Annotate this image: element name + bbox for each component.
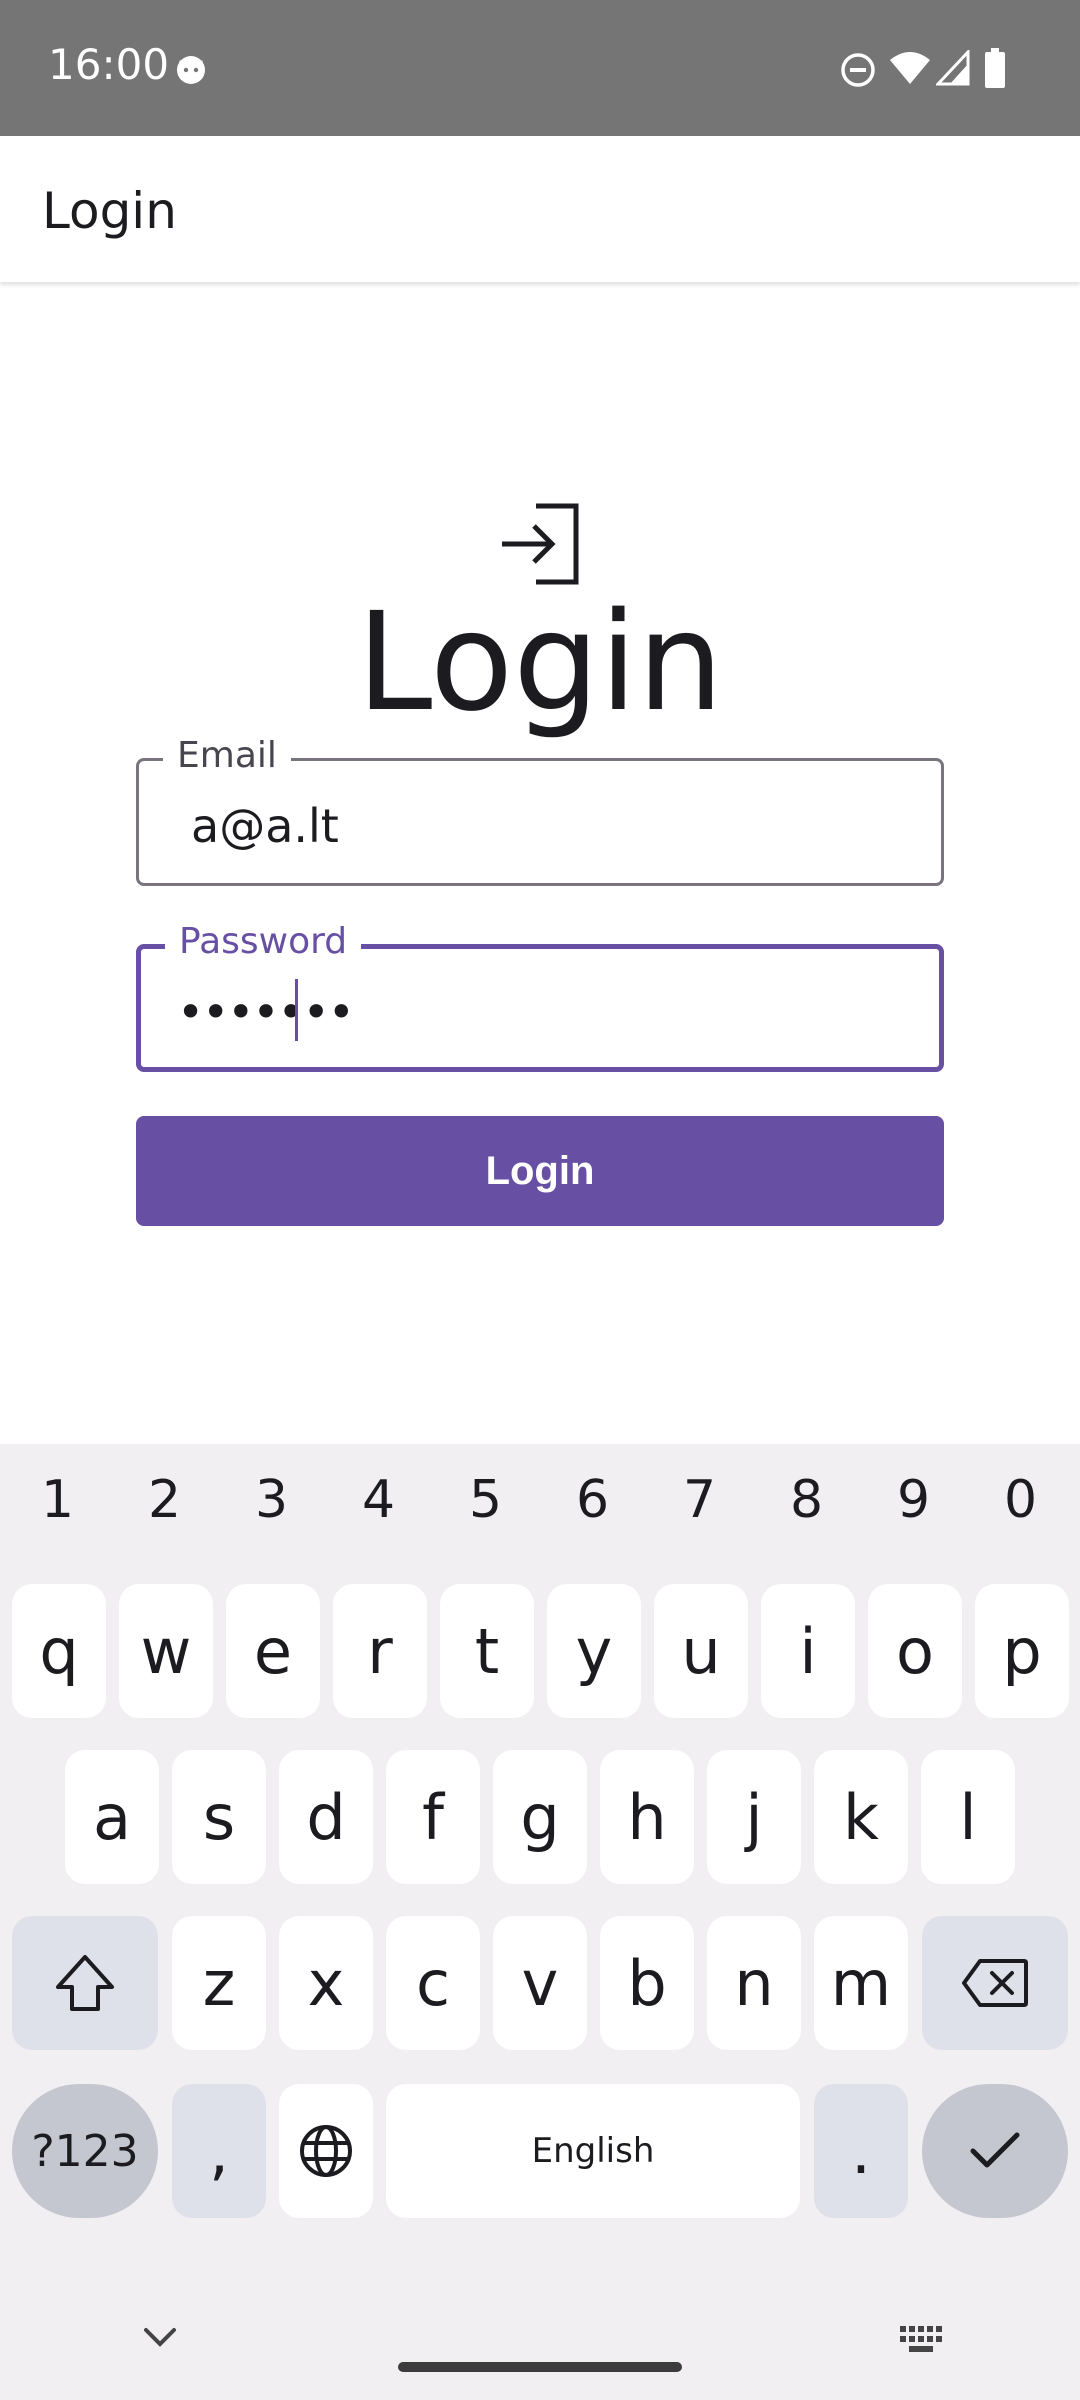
password-label: Password xyxy=(165,921,362,962)
key-3[interactable]: 3 xyxy=(218,1470,325,1530)
key-o[interactable]: o xyxy=(868,1584,962,1718)
soft-keyboard: 1 2 3 4 5 6 7 8 9 0 q w e r t y u i o p … xyxy=(0,1444,1080,2400)
email-value[interactable]: a@a.lt xyxy=(191,799,891,853)
key-p[interactable]: p xyxy=(975,1584,1069,1718)
space-bar[interactable]: English xyxy=(386,2084,800,2218)
app-bar: Login xyxy=(0,136,1080,282)
battery-icon xyxy=(985,48,1005,88)
key-q[interactable]: q xyxy=(12,1584,106,1718)
key-6[interactable]: 6 xyxy=(539,1470,646,1530)
text-caret xyxy=(295,979,298,1041)
chevron-down-icon[interactable] xyxy=(140,2316,180,2356)
key-i[interactable]: i xyxy=(761,1584,855,1718)
key-e[interactable]: e xyxy=(226,1584,320,1718)
cat-face-icon xyxy=(177,56,205,84)
key-n[interactable]: n xyxy=(707,1916,801,2050)
key-s[interactable]: s xyxy=(172,1750,266,1884)
email-field[interactable]: Email a@a.lt xyxy=(136,735,944,886)
comma-key[interactable]: , xyxy=(172,2084,266,2218)
key-u[interactable]: u xyxy=(654,1584,748,1718)
login-icon xyxy=(502,503,579,585)
home-indicator[interactable] xyxy=(398,2362,682,2372)
symbols-key[interactable]: ?123 xyxy=(12,2084,158,2218)
enter-key[interactable] xyxy=(922,2084,1068,2218)
key-h[interactable]: h xyxy=(600,1750,694,1884)
signal-icon xyxy=(936,50,970,86)
key-a[interactable]: a xyxy=(65,1750,159,1884)
key-x[interactable]: x xyxy=(279,1916,373,2050)
number-row: 1 2 3 4 5 6 7 8 9 0 xyxy=(0,1444,1080,1564)
do-not-disturb-icon xyxy=(841,53,875,87)
shift-key[interactable] xyxy=(12,1916,158,2050)
email-label: Email xyxy=(163,735,291,776)
key-z[interactable]: z xyxy=(172,1916,266,2050)
backspace-icon xyxy=(962,1959,1028,2007)
key-4[interactable]: 4 xyxy=(325,1470,432,1530)
key-l[interactable]: l xyxy=(921,1750,1015,1884)
key-w[interactable]: w xyxy=(119,1584,213,1718)
language-key[interactable] xyxy=(279,2084,373,2218)
key-t[interactable]: t xyxy=(440,1584,534,1718)
key-m[interactable]: m xyxy=(814,1916,908,2050)
key-5[interactable]: 5 xyxy=(432,1470,539,1530)
key-b[interactable]: b xyxy=(600,1916,694,2050)
key-y[interactable]: y xyxy=(547,1584,641,1718)
key-k[interactable]: k xyxy=(814,1750,908,1884)
app-bar-title: Login xyxy=(42,182,177,240)
key-8[interactable]: 8 xyxy=(753,1470,860,1530)
key-f[interactable]: f xyxy=(386,1750,480,1884)
key-9[interactable]: 9 xyxy=(860,1470,967,1530)
key-7[interactable]: 7 xyxy=(646,1470,753,1530)
period-key[interactable]: . xyxy=(814,2084,908,2218)
status-time: 16:00 xyxy=(48,40,170,89)
checkmark-icon xyxy=(970,2132,1020,2168)
key-g[interactable]: g xyxy=(493,1750,587,1884)
key-d[interactable]: d xyxy=(279,1750,373,1884)
password-field[interactable]: Password ••••••• xyxy=(136,921,944,1072)
wifi-icon xyxy=(890,52,930,84)
key-c[interactable]: c xyxy=(386,1916,480,2050)
password-value[interactable]: ••••••• xyxy=(177,985,877,1039)
backspace-key[interactable] xyxy=(922,1916,1068,2050)
key-v[interactable]: v xyxy=(493,1916,587,2050)
keyboard-icon[interactable] xyxy=(900,2326,944,2354)
key-j[interactable]: j xyxy=(707,1750,801,1884)
login-button[interactable]: Login xyxy=(136,1116,944,1226)
status-bar: 16:00 xyxy=(0,0,1080,136)
shift-icon xyxy=(56,1955,114,2011)
key-2[interactable]: 2 xyxy=(111,1470,218,1530)
globe-icon xyxy=(300,2125,352,2177)
key-0[interactable]: 0 xyxy=(967,1470,1074,1530)
key-r[interactable]: r xyxy=(333,1584,427,1718)
key-1[interactable]: 1 xyxy=(4,1470,111,1530)
login-heading: Login xyxy=(356,584,724,742)
